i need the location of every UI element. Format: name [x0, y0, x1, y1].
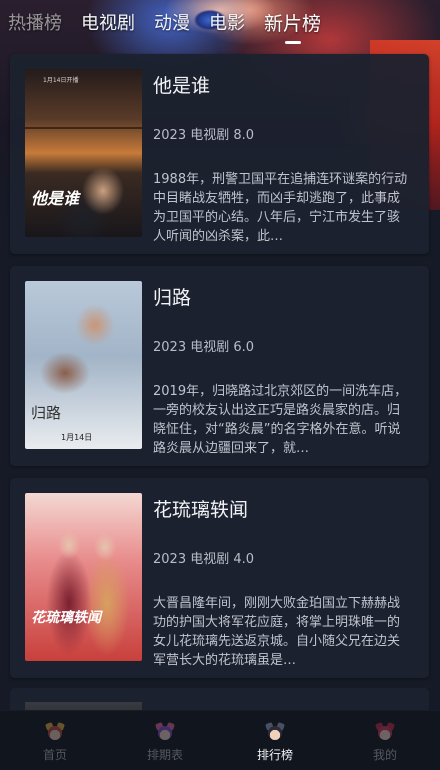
item-description: 1988年，刑警卫国平在追捕连环谜案的行动中目睹战友牺牲，而凶手却逃跑了，此事成… [153, 172, 408, 244]
nav-item-profile[interactable]: 我的 [330, 711, 440, 770]
item-meta: 2023 电视剧 6.0 [153, 340, 255, 355]
item-meta: 2023 电视剧 4.0 [153, 552, 255, 567]
list-item[interactable]: 1月14日开播 他是谁 他是谁 2023 电视剧 8.0 1988年，刑警卫国平… [10, 54, 429, 254]
schedule-avatar-icon [155, 722, 175, 741]
item-meta: 2023 电视剧 8.0 [153, 128, 255, 143]
ranking-avatar-icon [265, 722, 285, 741]
poster-title: 归路 [31, 404, 62, 422]
poster-top-text: 1月14日开播 [43, 77, 79, 84]
tab-new-releases[interactable]: 新片榜 [264, 9, 321, 36]
nav-item-home[interactable]: 首页 [0, 711, 110, 770]
poster-title: 他是谁 [31, 189, 80, 208]
item-description: 大晋昌隆年间，刚刚大败金珀国立下赫赫战功的护国大将军花应庭，将掌上明珠唯一的女儿… [153, 596, 401, 668]
tab-movie[interactable]: 电影 [209, 9, 245, 35]
category-tabs: 热播榜 电视剧 动漫 电影 新片榜 [0, 0, 440, 44]
item-description: 2019年，归晓路过北京郊区的一间洗车店，一旁的校友认出这正巧是路炎晨家的店。归… [153, 384, 408, 456]
nav-label: 排期表 [146, 748, 183, 762]
nav-label: 排行榜 [256, 748, 293, 762]
nav-item-schedule[interactable]: 排期表 [110, 711, 220, 770]
poster-divider [25, 127, 142, 129]
ranking-list: 1月14日开播 他是谁 他是谁 2023 电视剧 8.0 1988年，刑警卫国平… [10, 54, 429, 690]
item-title[interactable]: 他是谁 [153, 71, 210, 98]
nav-item-ranking[interactable]: 排行榜 [220, 711, 330, 770]
poster-date: 1月14日 [61, 433, 93, 442]
bottom-navigation: 首页 排期表 排行榜 我的 [0, 710, 440, 770]
home-avatar-icon [45, 722, 65, 741]
poster-title: 花琉璃轶闻 [31, 610, 101, 626]
poster-image[interactable]: 花琉璃轶闻 [25, 493, 142, 661]
list-item[interactable]: 归路 1月14日 归路 2023 电视剧 6.0 2019年，归晓路过北京郊区的… [10, 266, 429, 466]
tab-hot[interactable]: 热播榜 [8, 9, 62, 35]
profile-avatar-icon [375, 722, 395, 741]
poster-image[interactable]: 1月14日开播 他是谁 [25, 69, 142, 237]
tab-tv-series[interactable]: 电视剧 [81, 9, 135, 35]
nav-label: 首页 [42, 748, 67, 762]
nav-label: 我的 [372, 748, 397, 762]
tab-anime[interactable]: 动漫 [154, 9, 190, 35]
poster-image[interactable]: 归路 1月14日 [25, 281, 142, 449]
item-title[interactable]: 归路 [153, 283, 191, 310]
list-item[interactable]: 花琉璃轶闻 花琉璃轶闻 2023 电视剧 4.0 大晋昌隆年间，刚刚大败金珀国立… [10, 478, 429, 678]
item-title[interactable]: 花琉璃轶闻 [153, 495, 248, 522]
